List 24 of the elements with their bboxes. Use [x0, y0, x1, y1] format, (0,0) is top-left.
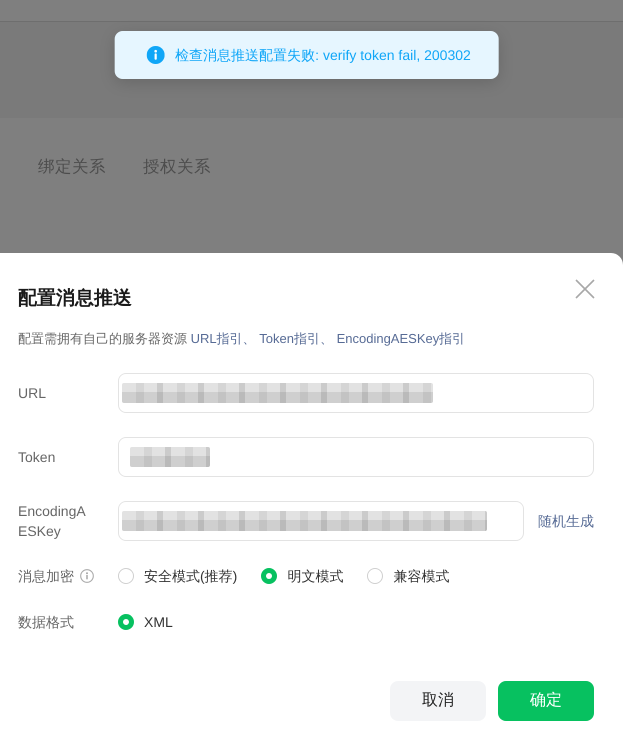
- dialog-title: 配置消息推送: [18, 287, 132, 311]
- radio-option[interactable]: 明文模式: [261, 565, 344, 587]
- field-label: URL: [18, 384, 46, 403]
- radio-option[interactable]: 兼容模式: [367, 565, 450, 587]
- info-icon: [146, 46, 164, 64]
- toast-text: 检查消息推送配置失败: verify token fail, 200302: [175, 46, 471, 65]
- guide-link[interactable]: URL指引、: [190, 331, 256, 346]
- input-field[interactable]: [118, 501, 524, 541]
- info-icon: [80, 569, 94, 583]
- cancel-button[interactable]: 取消: [390, 681, 486, 721]
- close-icon: [575, 279, 595, 299]
- radio-option[interactable]: XML: [118, 611, 173, 633]
- field-label: 消息加密: [18, 567, 74, 586]
- field-label: 数据格式: [18, 613, 74, 632]
- guide-link[interactable]: Token指引、: [259, 331, 333, 346]
- dialog-description: 配置需拥有自己的服务器资源 URL指引、 Token指引、 EncodingAESKey指引: [18, 330, 466, 348]
- input-field[interactable]: [118, 373, 594, 413]
- field-label: EncodingAESKey: [18, 502, 87, 541]
- guide-link[interactable]: EncodingAESKey指引: [336, 331, 466, 346]
- field-label: Token: [18, 448, 56, 467]
- radio-option[interactable]: 安全模式(推荐): [118, 565, 238, 587]
- generate-link[interactable]: 随机生成: [538, 510, 594, 532]
- input-field[interactable]: [118, 437, 594, 477]
- close-button[interactable]: [575, 279, 595, 299]
